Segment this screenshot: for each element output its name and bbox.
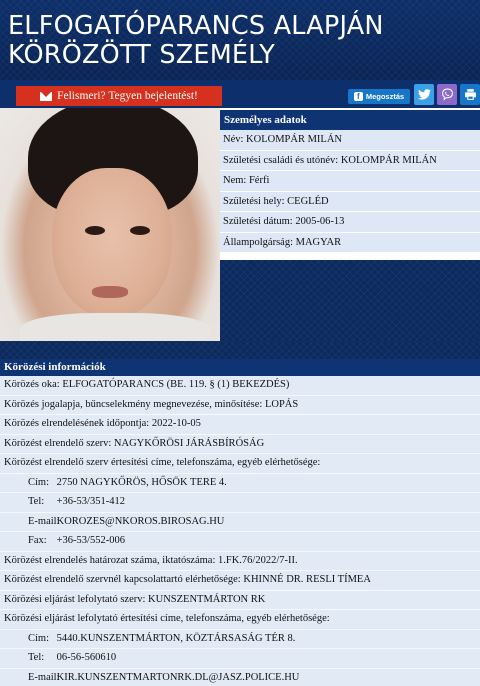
row-label: Körözést elrendelő szervnél kapcsolattar…: [4, 574, 241, 585]
info-row: Körözést elrendelő szervnél kapcsolattar…: [0, 571, 480, 591]
row-value: 1.FK.76/2022/7-II.: [217, 554, 298, 566]
wanted-info-heading: Körözési információk: [0, 359, 480, 376]
row-value: 2022-10-05: [151, 418, 201, 429]
row-value: 2005-06-13: [295, 216, 345, 227]
info-row: E-mail: KOROZES@NKOROS.BIROSAG.HU: [0, 513, 480, 532]
share-label: Megosztás: [365, 92, 405, 101]
row-label: Körözés oka:: [4, 379, 60, 390]
row-value: NAGYKŐRÖSI JÁRÁSBÍRÓSÁG: [113, 437, 265, 449]
page-header: ELFOGATÓPARANCS ALAPJÁN KÖRÖZÖTT SZEMÉLY: [0, 0, 480, 80]
row-label: Körözést elrendelő szerv értesítési címe…: [4, 457, 321, 468]
personal-data-list: Név: KOLOMPÁR MILÁN Születési családi és …: [220, 130, 480, 253]
row-label: Születési családi és utónév:: [223, 154, 339, 166]
info-row: Nem: Férfi: [220, 171, 480, 192]
row-value: +36-53/552-006: [56, 535, 125, 546]
row-value: KUNSZENTMÁRTON RK: [148, 593, 266, 605]
row-value: +36-53/351-412: [56, 496, 125, 507]
row-label: Név:: [223, 134, 244, 145]
row-label: Tel:: [28, 652, 45, 663]
info-row: Név: KOLOMPÁR MILÁN: [220, 130, 480, 151]
row-label: Körözési eljárást lefolytató szerv:: [4, 593, 146, 605]
twitter-share-button[interactable]: [414, 84, 434, 105]
report-sighting-button[interactable]: Felismeri? Tegyen bejelentést!: [16, 86, 222, 106]
info-row: Tel: 06-56-560610: [0, 649, 480, 669]
viber-icon: [441, 88, 453, 101]
row-label: Cím:: [28, 476, 50, 488]
row-label: Körözés jogalapja, bűncselekmény megneve…: [4, 398, 263, 410]
twitter-icon: [417, 89, 431, 100]
info-row: Születési családi és utónév: KOLOMPÁR MI…: [220, 150, 480, 171]
row-value: Férfi: [248, 175, 270, 186]
envelope-icon: [40, 91, 53, 101]
row-label: Körözési eljárást lefolytató értesítési …: [4, 613, 330, 624]
row-value: LOPÁS: [264, 398, 299, 410]
row-label: Állampolgárság:: [223, 236, 293, 248]
info-row: E-mail: KIR.KUNSZENTMARTONRK.DL@JASZ.POL…: [0, 669, 480, 686]
info-row: Körözést elrendelő szerv értesítési címe…: [0, 454, 480, 474]
report-sighting-label: Felismeri? Tegyen bejelentést!: [57, 90, 198, 102]
row-value: KIR.KUNSZENTMARTONRK.DL@JASZ.POLICE.HU: [56, 671, 300, 683]
row-value: 2750 NAGYKŐRÖS, HŐSÖK TERE 4.: [56, 476, 227, 488]
row-value: KOROZES@NKOROS.BIROSAG.HU: [56, 515, 225, 527]
row-label: Nem:: [223, 175, 247, 186]
info-row: Születési dátum: 2005-06-13: [220, 212, 480, 233]
info-row: Körözés elrendelésének időpontja: 2022-1…: [0, 415, 480, 435]
row-value: 5440.KUNSZENTMÁRTON, KÖZTÁRSASÁG TÉR 8.: [56, 632, 296, 644]
facebook-share-button[interactable]: f Megosztás: [348, 89, 410, 104]
title-line-2: KÖRÖZÖTT SZEMÉLY: [8, 40, 276, 70]
viber-share-button[interactable]: [437, 84, 457, 105]
row-label: Tel:: [28, 496, 45, 507]
facebook-icon: f: [353, 92, 363, 101]
print-icon: [464, 89, 476, 100]
print-button[interactable]: [460, 84, 480, 105]
row-label: Cím:: [28, 632, 50, 644]
info-row: Körözést elrendelő szerv: NAGYKŐRÖSI JÁR…: [0, 435, 480, 454]
row-value: KOLOMPÁR MILÁN: [340, 154, 437, 166]
row-label: Születési hely:: [223, 195, 285, 207]
row-label: Születési dátum:: [223, 216, 293, 227]
row-value: MAGYAR: [295, 236, 342, 248]
row-value: KOLOMPÁR MILÁN: [246, 134, 343, 145]
row-label: Körözést elrendelő szerv:: [4, 437, 112, 449]
row-label: Körözés elrendelésének időpontja:: [4, 418, 150, 429]
person-photo[interactable]: [0, 108, 220, 341]
row-value: 06-56-560610: [56, 652, 117, 663]
page-title: ELFOGATÓPARANCS ALAPJÁN KÖRÖZÖTT SZEMÉLY: [8, 12, 472, 70]
row-value: CEGLÉD: [287, 195, 329, 207]
info-row: Születési hely: CEGLÉD: [220, 191, 480, 212]
info-row: Fax: +36-53/552-006: [0, 532, 480, 552]
wanted-info-list: Körözés oka: ELFOGATÓPARANCS (BE. 119. §…: [0, 376, 480, 686]
wanted-info-panel: Körözési információk Körözés oka: ELFOGA…: [0, 359, 480, 686]
info-row: Körözés jogalapja, bűncselekmény megneve…: [0, 396, 480, 415]
personal-data-heading: Személyes adatok: [220, 110, 480, 130]
info-row: Körözési eljárást lefolytató szerv: KUNS…: [0, 591, 480, 610]
row-label: E-mail:: [28, 671, 60, 683]
row-value: KHINNÉ DR. RESLI TÍMEA: [243, 574, 371, 585]
info-row: Körözést elrendelés határozat száma, ikt…: [0, 552, 480, 571]
personal-data-panel: Személyes adatok Név: KOLOMPÁR MILÁN Szül…: [220, 108, 480, 341]
row-label: Fax:: [28, 535, 47, 546]
row-label: Körözést elrendelés határozat száma, ikt…: [4, 554, 216, 566]
info-row: Cím: 2750 NAGYKŐRÖS, HŐSÖK TERE 4.: [0, 474, 480, 493]
info-row: Tel: +36-53/351-412: [0, 493, 480, 513]
info-row: Körözés oka: ELFOGATÓPARANCS (BE. 119. §…: [0, 376, 480, 396]
info-row: Cím: 5440.KUNSZENTMÁRTON, KÖZTÁRSASÁG TÉ…: [0, 630, 480, 649]
info-row: Állampolgárság: MAGYAR: [220, 232, 480, 253]
row-label: E-mail:: [28, 515, 60, 527]
info-row: Körözési eljárást lefolytató értesítési …: [0, 610, 480, 630]
row-value: ELFOGATÓPARANCS (BE. 119. § (1) BEKEZDÉS…: [62, 379, 290, 390]
title-line-1: ELFOGATÓPARANCS ALAPJÁN: [8, 11, 384, 41]
